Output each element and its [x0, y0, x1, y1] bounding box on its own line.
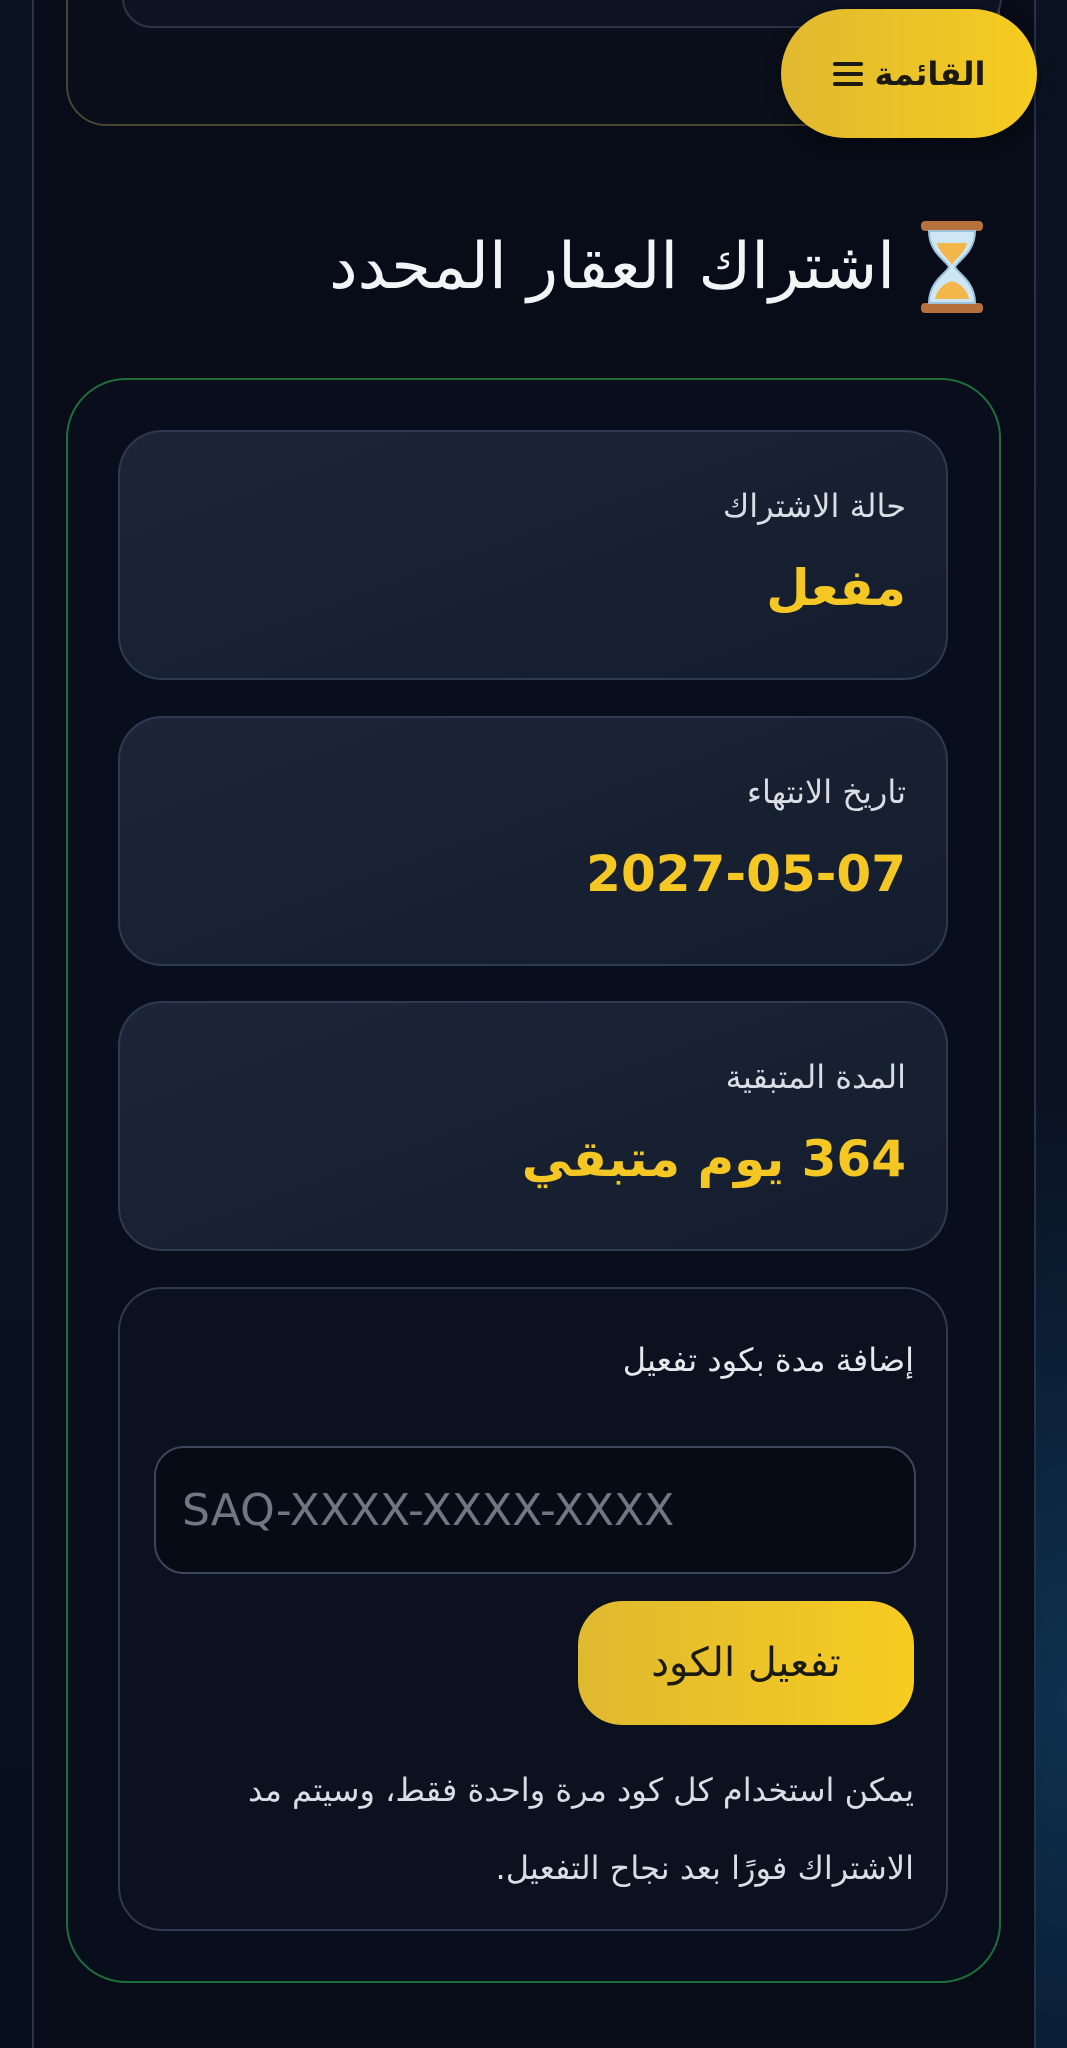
menu-button[interactable]: القائمة [781, 9, 1037, 138]
expiry-box: تاريخ الانتهاء 2027-05-07 [118, 716, 948, 966]
status-label: حالة الاشتراك [722, 487, 906, 525]
activation-label: إضافة مدة بكود تفعيل [622, 1341, 914, 1379]
activation-note: يمكن استخدام كل كود مرة واحدة فقط، وسيتم… [247, 1771, 914, 1887]
activate-code-button[interactable]: تفعيل الكود [578, 1601, 914, 1725]
remaining-box: المدة المتبقية 364 يوم متبقي [118, 1001, 948, 1251]
activation-code-input[interactable] [154, 1446, 916, 1574]
section-title: اشتراك العقار المحدد [329, 230, 895, 304]
activation-box: إضافة مدة بكود تفعيل تفعيل الكود يمكن اس… [118, 1287, 948, 1931]
remaining-label: المدة المتبقية [725, 1058, 906, 1096]
hamburger-icon [832, 61, 863, 86]
menu-label: القائمة [874, 54, 986, 93]
section-header: اشتراك العقار المحدد [329, 221, 987, 313]
remaining-value: 364 يوم متبقي [521, 1130, 906, 1188]
status-box: حالة الاشتراك مفعل [118, 430, 948, 680]
status-value: مفعل [766, 559, 906, 617]
expiry-value: 2027-05-07 [586, 845, 906, 903]
expiry-label: تاريخ الانتهاء [746, 773, 906, 811]
hourglass-icon [921, 221, 983, 313]
